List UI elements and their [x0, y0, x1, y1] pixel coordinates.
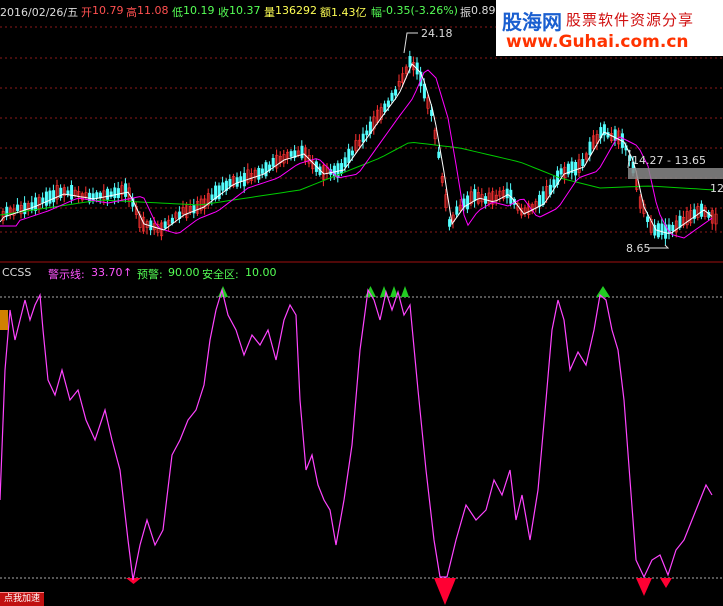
candle-body — [347, 148, 351, 163]
logo-url: www.Guhai.com.cn — [506, 32, 689, 52]
candle-body — [106, 188, 110, 200]
candle-body — [505, 188, 509, 199]
safe-label: 安全区: — [202, 268, 239, 281]
candle-body — [239, 176, 243, 182]
candle-body — [408, 56, 412, 68]
candle-body — [437, 151, 441, 158]
candle-body — [473, 189, 477, 202]
candle-body — [343, 157, 347, 167]
candle-body — [52, 190, 56, 203]
candle-body — [660, 223, 664, 235]
warn-line-label: 警示线: — [48, 268, 85, 281]
candle-body — [192, 205, 196, 214]
bottom-marker — [660, 578, 672, 588]
low-label: 8.65 — [626, 242, 651, 255]
candle-body — [390, 92, 394, 101]
candle-body — [350, 150, 354, 156]
candle-body — [113, 187, 117, 199]
candle-body — [221, 182, 225, 191]
candle-body — [41, 197, 45, 204]
warn-line-value: 33.70 — [91, 266, 123, 279]
candle-body — [116, 188, 120, 199]
candle-body — [228, 178, 232, 187]
alert-label: 预警: — [137, 268, 163, 281]
bottom-signal-markers — [126, 578, 672, 605]
candle-body — [271, 157, 275, 167]
candle-body — [538, 194, 542, 207]
top-marker — [401, 286, 409, 297]
peak-label: 24.18 — [421, 27, 453, 40]
candle-body — [95, 192, 99, 199]
candle-body — [260, 168, 264, 174]
candle-body — [455, 206, 459, 215]
candle-body — [462, 198, 466, 208]
warn-up-arrow: ↑ — [123, 266, 133, 279]
candle-body — [466, 195, 470, 210]
alert-value: 90.00 — [168, 266, 200, 279]
candle-body — [700, 203, 704, 217]
safe-value: 10.00 — [245, 266, 277, 279]
candle-body — [394, 89, 398, 96]
candle-body — [448, 219, 452, 227]
bottom-marker — [434, 578, 456, 605]
candle-body — [124, 183, 128, 197]
guhai-logo: 股海网 股票软件资源分享 www.Guhai.com.cn — [496, 0, 723, 56]
logo-name: 股海网 — [502, 10, 562, 34]
candle-body — [581, 159, 585, 166]
candle-body — [340, 163, 344, 174]
candle-body — [23, 202, 27, 215]
candle-body — [541, 191, 545, 206]
candle-body — [44, 191, 48, 206]
candle-body — [70, 184, 74, 200]
candle-body — [386, 100, 390, 107]
candle-body — [361, 133, 365, 143]
candle-body — [613, 129, 617, 141]
peak-annotation: 24.18 — [403, 27, 453, 54]
candle-body — [16, 204, 20, 211]
right-edge-label: 12 — [710, 182, 723, 195]
candle-body — [588, 141, 592, 155]
top-marker — [596, 286, 610, 297]
low-annotation: 8.65 — [626, 242, 670, 255]
candle-body — [365, 130, 369, 136]
candle-body — [88, 192, 92, 203]
side-expand-tab[interactable] — [0, 310, 8, 330]
low-arrow — [648, 244, 670, 249]
top-signal-markers — [218, 286, 610, 297]
candle-body — [5, 206, 9, 217]
candle-body — [48, 190, 52, 204]
range-label: 14.27 - 13.65 — [632, 154, 706, 167]
candle-body — [671, 224, 675, 231]
candle-body — [163, 221, 167, 229]
candle-body — [242, 172, 246, 187]
candle-body — [217, 185, 221, 199]
candle-body — [552, 179, 556, 188]
candle-body — [559, 168, 563, 175]
logo-slogan: 股票软件资源分享 — [566, 11, 695, 29]
range-annotation: 14.27 - 13.65 — [627, 149, 723, 179]
candle-body — [210, 194, 214, 200]
candle-body — [300, 145, 304, 159]
candle-body — [235, 177, 239, 187]
candle-body — [264, 162, 268, 177]
chart-canvas[interactable]: 24.18 14.27 - 13.65 8.65 12 — [0, 0, 723, 605]
ccss-oscillator-line — [0, 287, 713, 581]
top-marker — [365, 286, 376, 297]
candle-body — [383, 103, 387, 112]
candle-body — [646, 216, 650, 222]
bottom-marker — [636, 578, 652, 596]
candle-body — [574, 161, 578, 176]
peak-arrow — [403, 32, 418, 54]
candle-body — [289, 151, 293, 157]
candle-body — [34, 197, 38, 211]
candle-body — [30, 202, 34, 211]
range-band — [628, 168, 723, 179]
speed-up-button[interactable]: 点我加速 — [0, 592, 44, 606]
candle-body — [257, 167, 261, 180]
indicator-name[interactable]: CCSS — [2, 266, 31, 279]
